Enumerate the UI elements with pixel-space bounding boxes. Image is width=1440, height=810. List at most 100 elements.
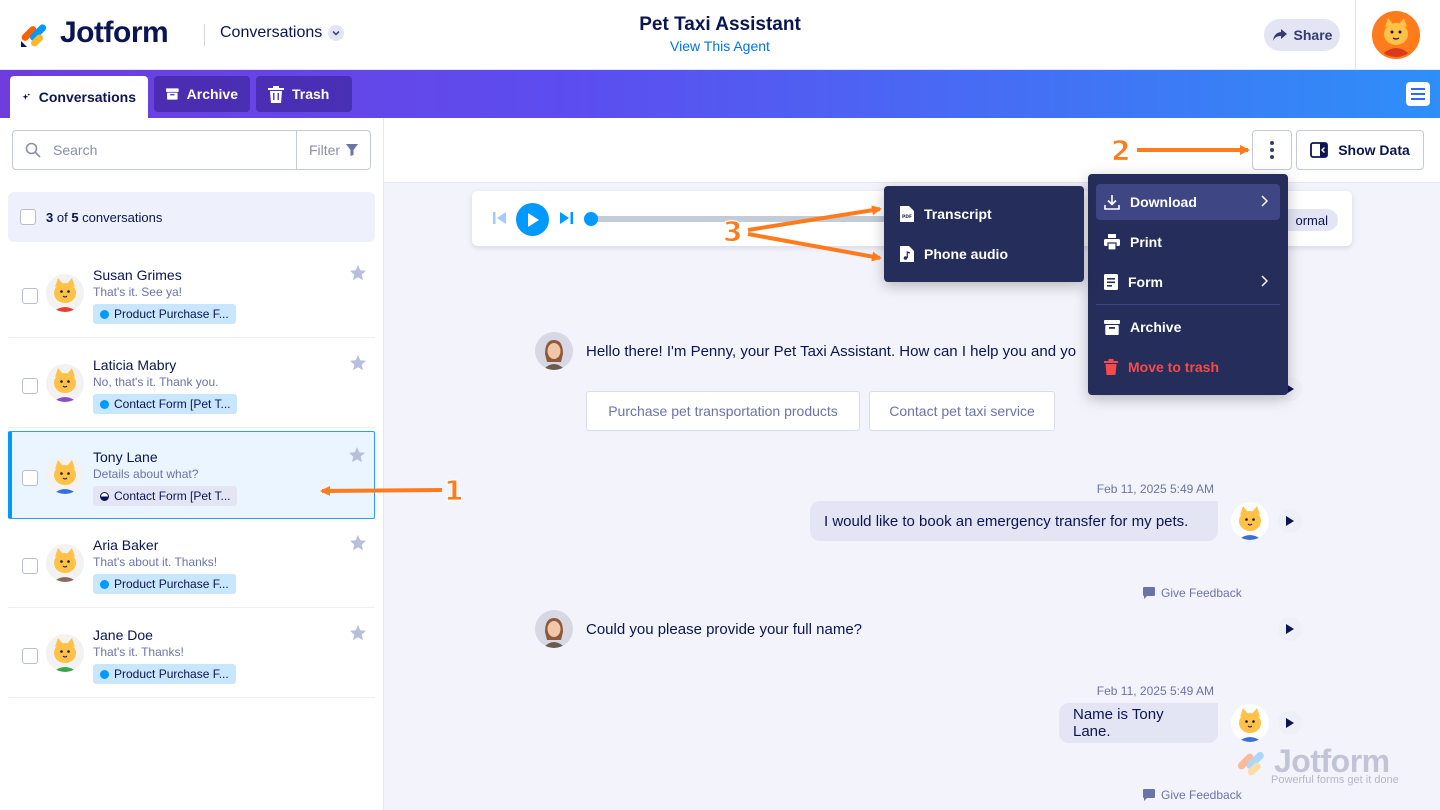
filter-label: Filter	[308, 142, 341, 158]
audio-file-icon	[900, 246, 914, 262]
conversation-item-selected[interactable]: Tony Lane Details about what? Contact Fo…	[8, 431, 375, 519]
menu-item-form[interactable]: Form	[1096, 264, 1280, 300]
select-all-checkbox[interactable]	[20, 209, 36, 225]
header-divider	[204, 24, 205, 46]
menu-item-move-to-trash[interactable]: Move to trash	[1096, 349, 1280, 385]
annotation-label-2: 2	[1110, 134, 1131, 168]
conversation-checkbox[interactable]	[22, 378, 38, 394]
message-timestamp: Feb 11, 2025 5:49 AM	[1096, 684, 1214, 698]
tab-archive[interactable]: Archive	[154, 76, 250, 112]
conversation-preview: That's it. See ya!	[93, 285, 182, 299]
play-message-button[interactable]	[1278, 617, 1302, 641]
conversation-checkbox[interactable]	[22, 288, 38, 304]
cat-avatar-icon	[46, 544, 84, 582]
give-feedback-link[interactable]: Give Feedback	[1143, 788, 1242, 802]
play-icon	[1286, 516, 1294, 526]
comment-icon	[1143, 789, 1155, 801]
search-input[interactable]: Search	[53, 142, 296, 158]
show-data-label: Show Data	[1338, 142, 1410, 158]
conversation-sidebar: Search Filter 3 of 5 conversations Susan…	[0, 118, 384, 810]
cat-avatar-icon	[1374, 13, 1418, 57]
search-bar: Search Filter	[12, 130, 371, 170]
play-button[interactable]	[516, 203, 549, 236]
star-icon[interactable]	[349, 534, 367, 552]
view-agent-link[interactable]: View This Agent	[520, 38, 920, 54]
tab-bar: Conversations Archive Trash	[0, 70, 1440, 118]
show-data-button[interactable]: Show Data	[1296, 130, 1424, 170]
play-icon	[527, 212, 539, 227]
form-tag: Product Purchase F...	[93, 304, 236, 324]
chevron-right-icon	[1261, 275, 1268, 287]
suggestion-chip[interactable]: Purchase pet transportation products	[586, 391, 860, 431]
agent-title-block: Pet Taxi Assistant View This Agent	[520, 14, 920, 54]
jotform-logo-icon	[1237, 751, 1264, 776]
share-button[interactable]: Share	[1264, 19, 1340, 51]
form-tag: Product Purchase F...	[93, 574, 236, 594]
section-switcher[interactable]: Conversations	[220, 24, 345, 42]
download-submenu: PDF Transcript Phone audio	[884, 186, 1084, 282]
more-options-button[interactable]	[1252, 130, 1292, 170]
share-label: Share	[1293, 27, 1333, 43]
jotform-logo[interactable]: Jotform	[18, 16, 169, 50]
status-dot	[100, 579, 109, 589]
star-icon[interactable]	[349, 624, 367, 642]
header-divider-right	[1355, 0, 1356, 70]
annotation-label-3: 3	[722, 215, 743, 249]
menu-divider	[1096, 304, 1280, 305]
conversation-checkbox[interactable]	[22, 470, 38, 486]
menu-item-download[interactable]: Download	[1096, 184, 1280, 220]
jotform-watermark: Jotform Powerful forms get it done	[1234, 744, 1399, 786]
annotation-label-1: 1	[443, 474, 464, 508]
conversation-count: 3 of 5 conversations	[46, 209, 163, 225]
form-tag: Contact Form [Pet T...	[93, 394, 238, 414]
conversation-item[interactable]: Aria Baker That's about it. Thanks! Prod…	[8, 520, 375, 608]
user-message: Name is Tony Lane.	[1059, 703, 1218, 743]
play-message-button[interactable]	[1278, 509, 1302, 533]
give-feedback-link[interactable]: Give Feedback	[1143, 586, 1242, 600]
tab-conversations[interactable]: Conversations	[10, 76, 148, 118]
play-message-button[interactable]	[1278, 711, 1302, 735]
conversation-checkbox[interactable]	[22, 558, 38, 574]
watermark-slogan: Powerful forms get it done	[1271, 774, 1399, 786]
assistant-avatar	[535, 332, 573, 370]
tab-trash[interactable]: Trash	[256, 76, 352, 112]
conversation-checkbox[interactable]	[22, 648, 38, 664]
conversation-name: Laticia Mabry	[93, 357, 177, 373]
jotform-logo-icon	[21, 24, 47, 47]
assistant-message: Could you please provide your full name?	[586, 621, 862, 638]
search-icon	[25, 142, 41, 158]
conversation-preview: That's it. Thanks!	[93, 645, 184, 659]
menu-item-archive[interactable]: Archive	[1096, 309, 1280, 345]
section-switcher-label: Conversations	[220, 24, 323, 41]
play-icon	[1286, 718, 1294, 728]
cat-avatar-icon	[46, 634, 84, 672]
agent-title: Pet Taxi Assistant	[639, 14, 801, 35]
filter-button[interactable]: Filter	[296, 131, 370, 169]
menu-item-phone-audio[interactable]: Phone audio	[892, 236, 1076, 272]
trash-icon	[268, 85, 284, 103]
sparkle-icon	[22, 93, 31, 100]
star-icon[interactable]	[349, 354, 367, 372]
star-icon[interactable]	[349, 264, 367, 282]
star-icon[interactable]	[348, 446, 366, 464]
user-avatar[interactable]	[1372, 11, 1420, 59]
conversation-item[interactable]: Jane Doe That's it. Thanks! Product Purc…	[8, 610, 375, 698]
tab-label: Conversations	[38, 89, 136, 105]
conversation-preview: That's about it. Thanks!	[93, 555, 218, 569]
conversation-item[interactable]: Susan Grimes That's it. See ya! Product …	[8, 250, 375, 338]
skip-back-icon[interactable]	[492, 210, 508, 226]
conversation-item[interactable]: Laticia Mabry No, that's it. Thank you. …	[8, 340, 375, 428]
tab-label: Trash	[292, 86, 330, 102]
menu-item-transcript[interactable]: PDF Transcript	[892, 196, 1076, 232]
conversation-name: Jane Doe	[93, 627, 153, 643]
user-message: I would like to book an emergency transf…	[810, 501, 1218, 541]
playback-scrubber[interactable]	[584, 212, 598, 226]
user-cat-avatar-icon	[1231, 704, 1269, 742]
skip-forward-icon[interactable]	[558, 210, 574, 226]
suggestion-chip[interactable]: Contact pet taxi service	[869, 391, 1055, 431]
share-icon	[1272, 29, 1287, 41]
chevron-right-icon	[1261, 195, 1268, 207]
list-menu-button[interactable]	[1406, 82, 1430, 106]
form-tag: Contact Form [Pet T...	[93, 486, 238, 506]
menu-item-print[interactable]: Print	[1096, 224, 1280, 260]
